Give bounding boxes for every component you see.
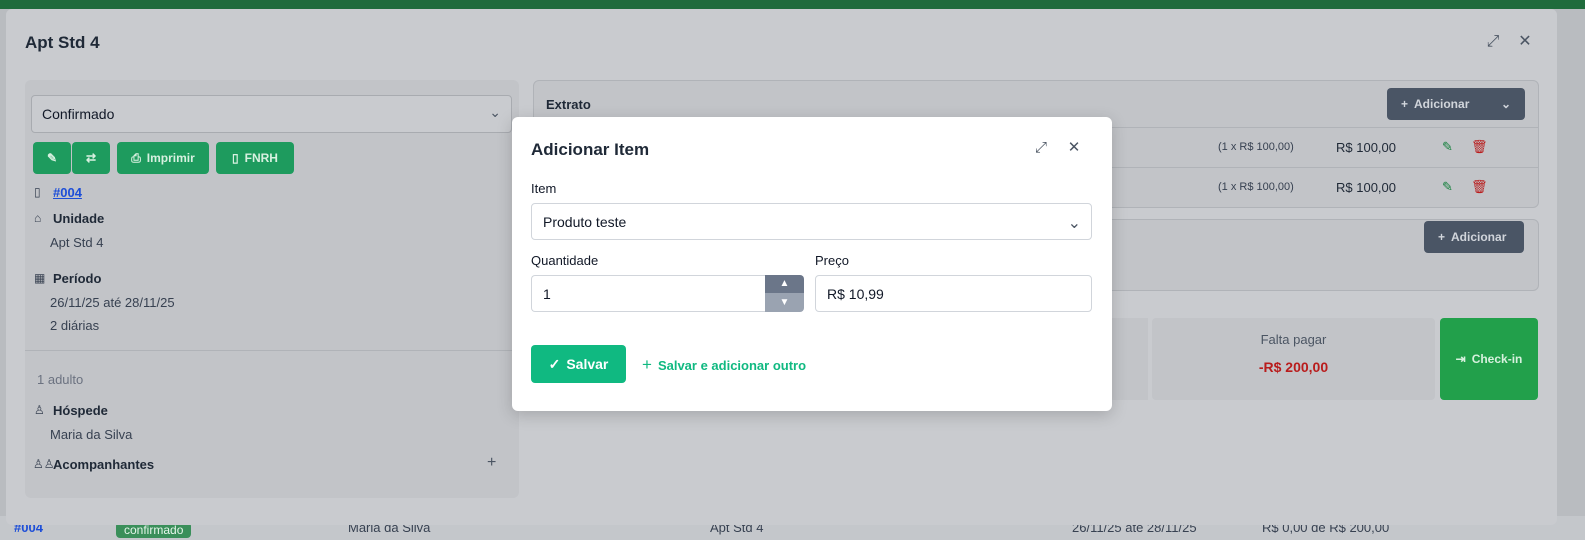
pencil-icon[interactable]: ✎ bbox=[1442, 139, 1453, 155]
add-item-label: Adicionar bbox=[1414, 97, 1470, 111]
save-and-add-another-button[interactable]: + Salvar e adicionar outro bbox=[642, 355, 806, 375]
calendar-icon: ▦ bbox=[34, 271, 46, 285]
save-label: Salvar bbox=[566, 356, 609, 372]
checkin-label: Check-in bbox=[1471, 352, 1523, 366]
expand-icon[interactable]: ⤢ bbox=[1032, 139, 1050, 157]
add-companion-icon[interactable]: + bbox=[487, 454, 496, 472]
document-icon: ▯ bbox=[232, 151, 239, 165]
price-value: R$ 10,99 bbox=[827, 286, 884, 302]
user-icon: ♙ bbox=[34, 403, 45, 417]
adults-count: 1 adulto bbox=[37, 372, 84, 387]
dialog-title: Adicionar Item bbox=[531, 140, 650, 159]
add-item-button[interactable]: + Adicionar ⌄ bbox=[1387, 88, 1525, 120]
checkin-button[interactable]: ⇥ Check-in bbox=[1440, 318, 1538, 400]
line-value: R$ 100,00 bbox=[1336, 140, 1396, 155]
reservation-code-link[interactable]: #004 bbox=[53, 185, 82, 200]
guest-label: Hóspede bbox=[53, 403, 108, 418]
expand-icon[interactable]: ⤢ bbox=[1484, 33, 1502, 51]
quantity-label: Quantidade bbox=[531, 253, 599, 268]
users-icon: ♙♙ bbox=[33, 457, 55, 471]
reservation-details-panel: Confirmado ⌄ ✎ ⇄ ⎙ Imprimir ▯ FNRH ▯ #00… bbox=[25, 80, 519, 498]
divider bbox=[25, 350, 519, 351]
printer-icon: ⎙ bbox=[131, 150, 141, 165]
print-button[interactable]: ⎙ Imprimir bbox=[117, 142, 209, 174]
amount-due-box: Falta pagar -R$ 200,00 bbox=[1152, 318, 1435, 400]
trash-icon[interactable]: 🗑 bbox=[1471, 179, 1488, 195]
period-value: 26/11/25 até 28/11/25 bbox=[50, 295, 175, 310]
save-more-label: Salvar e adicionar outro bbox=[657, 357, 807, 373]
quantity-input[interactable]: 1 bbox=[531, 275, 765, 312]
trash-icon[interactable]: 🗑 bbox=[1471, 139, 1488, 155]
edit-button[interactable]: ✎ bbox=[33, 142, 71, 174]
chevron-down-icon: ⌄ bbox=[1067, 215, 1081, 232]
modal-title: Apt Std 4 bbox=[25, 33, 100, 52]
fnrh-label: FNRH bbox=[244, 151, 278, 165]
price-label: Preço bbox=[815, 253, 849, 268]
home-icon: ⌂ bbox=[34, 211, 42, 225]
status-value: Confirmado bbox=[42, 106, 115, 122]
save-button[interactable]: ✓ Salvar bbox=[531, 345, 626, 383]
amount-due-label: Falta pagar bbox=[1260, 332, 1327, 347]
guest-value: Maria da Silva bbox=[50, 427, 133, 442]
swap-icon: ⇄ bbox=[85, 151, 97, 165]
line-qty: (1 x R$ 100,00) bbox=[1218, 141, 1294, 153]
quantity-stepper[interactable]: ▲ ▼ bbox=[765, 275, 804, 312]
login-icon: ⇥ bbox=[1455, 352, 1466, 366]
nights-value: 2 diárias bbox=[50, 318, 100, 333]
companions-label: Acompanhantes bbox=[53, 457, 155, 472]
plus-icon: + bbox=[642, 355, 652, 374]
unit-label: Unidade bbox=[53, 211, 105, 226]
unit-value: Apt Std 4 bbox=[50, 235, 104, 250]
item-select[interactable]: Produto teste ⌄ bbox=[531, 203, 1092, 240]
line-value: R$ 100,00 bbox=[1336, 180, 1396, 195]
close-icon[interactable]: ✕ bbox=[1516, 33, 1534, 51]
chevron-down-icon: ⌄ bbox=[489, 104, 501, 120]
document-icon: ▯ bbox=[34, 185, 41, 199]
chevron-up-icon[interactable]: ▲ bbox=[765, 275, 804, 293]
price-input[interactable]: R$ 10,99 bbox=[815, 275, 1092, 312]
check-icon: ✓ bbox=[548, 355, 561, 372]
plus-icon: + bbox=[1401, 97, 1409, 111]
chevron-down-icon[interactable]: ⌄ bbox=[1501, 97, 1511, 111]
add-payment-label: Adicionar bbox=[1451, 230, 1507, 244]
swap-button[interactable]: ⇄ bbox=[72, 142, 110, 174]
item-value: Produto teste bbox=[543, 214, 627, 230]
extrato-title: Extrato bbox=[546, 97, 591, 112]
status-select[interactable]: Confirmado ⌄ bbox=[31, 95, 512, 133]
add-item-dialog: Adicionar Item ⤢ ✕ Item Produto teste ⌄ … bbox=[512, 117, 1112, 411]
line-qty: (1 x R$ 100,00) bbox=[1218, 181, 1294, 193]
item-label: Item bbox=[531, 181, 557, 196]
pencil-icon[interactable]: ✎ bbox=[1442, 179, 1453, 195]
amount-due-value: -R$ 200,00 bbox=[1258, 359, 1329, 375]
app-topbar bbox=[0, 0, 1585, 9]
pencil-icon: ✎ bbox=[46, 151, 58, 165]
period-label: Período bbox=[53, 271, 102, 286]
close-icon[interactable]: ✕ bbox=[1065, 139, 1083, 157]
quantity-value: 1 bbox=[543, 286, 551, 302]
add-payment-button[interactable]: + Adicionar bbox=[1424, 221, 1524, 253]
chevron-down-icon[interactable]: ▼ bbox=[765, 293, 804, 312]
plus-icon: + bbox=[1438, 230, 1446, 244]
print-label: Imprimir bbox=[146, 151, 195, 165]
fnrh-button[interactable]: ▯ FNRH bbox=[216, 142, 294, 174]
